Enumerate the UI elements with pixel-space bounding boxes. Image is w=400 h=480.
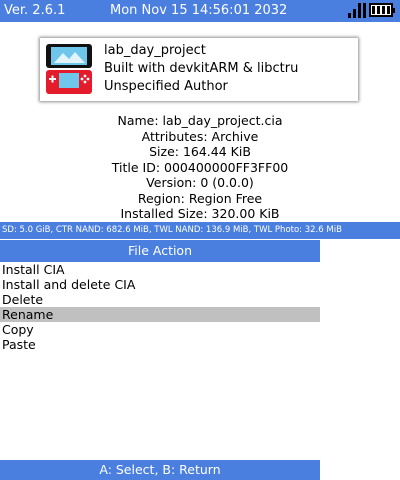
- status-bar: Ver. 2.6.1 Mon Nov 15 14:56:01 2032: [0, 0, 400, 22]
- menu-item-rename[interactable]: Rename: [0, 307, 320, 322]
- nintendo-3ds-icon: [46, 44, 92, 94]
- datetime-label: Mon Nov 15 14:56:01 2032: [110, 3, 288, 18]
- info-installed-size: Installed Size: 320.00 KiB: [120, 206, 280, 221]
- battery-icon: [369, 3, 395, 17]
- signal-bars-icon: [348, 3, 366, 18]
- file-info: Name: lab_day_project.cia Attributes: Ar…: [0, 113, 400, 222]
- menu-item-install-cia[interactable]: Install CIA: [0, 262, 320, 277]
- menu-item-paste[interactable]: Paste: [0, 337, 320, 352]
- menu-item-install-and-delete-cia[interactable]: Install and delete CIA: [0, 277, 320, 292]
- info-version: Version: 0 (0.0.0): [146, 175, 254, 190]
- info-size: Size: 164.44 KiB: [149, 144, 251, 159]
- card-subtitle: Built with devkitARM & libctru: [104, 61, 299, 76]
- file-action-panel: File Action Install CIA Install and dele…: [0, 240, 320, 480]
- panel-title: File Action: [0, 240, 320, 262]
- menu-item-delete[interactable]: Delete: [0, 292, 320, 307]
- storage-info-bar: SD: 5.0 GiB, CTR NAND: 682.6 MiB, TWL NA…: [0, 222, 400, 239]
- bottom-screen: File Action Install CIA Install and dele…: [0, 240, 400, 480]
- info-title-id: Title ID: 000400000FF3FF00: [111, 159, 289, 175]
- version-label: Ver. 2.6.1: [4, 3, 66, 18]
- file-action-menu: Install CIA Install and delete CIA Delet…: [0, 262, 320, 352]
- card-title: lab_day_project: [104, 43, 206, 58]
- title-card: lab_day_project Built with devkitARM & l…: [40, 38, 358, 101]
- info-name: Name: lab_day_project.cia: [117, 113, 283, 128]
- menu-item-copy[interactable]: Copy: [0, 322, 320, 337]
- controls-hint: A: Select, B: Return: [0, 460, 320, 480]
- info-attributes: Attributes: Archive: [141, 128, 259, 144]
- card-author: Unspecified Author: [104, 79, 228, 94]
- info-region: Region: Region Free: [137, 190, 263, 206]
